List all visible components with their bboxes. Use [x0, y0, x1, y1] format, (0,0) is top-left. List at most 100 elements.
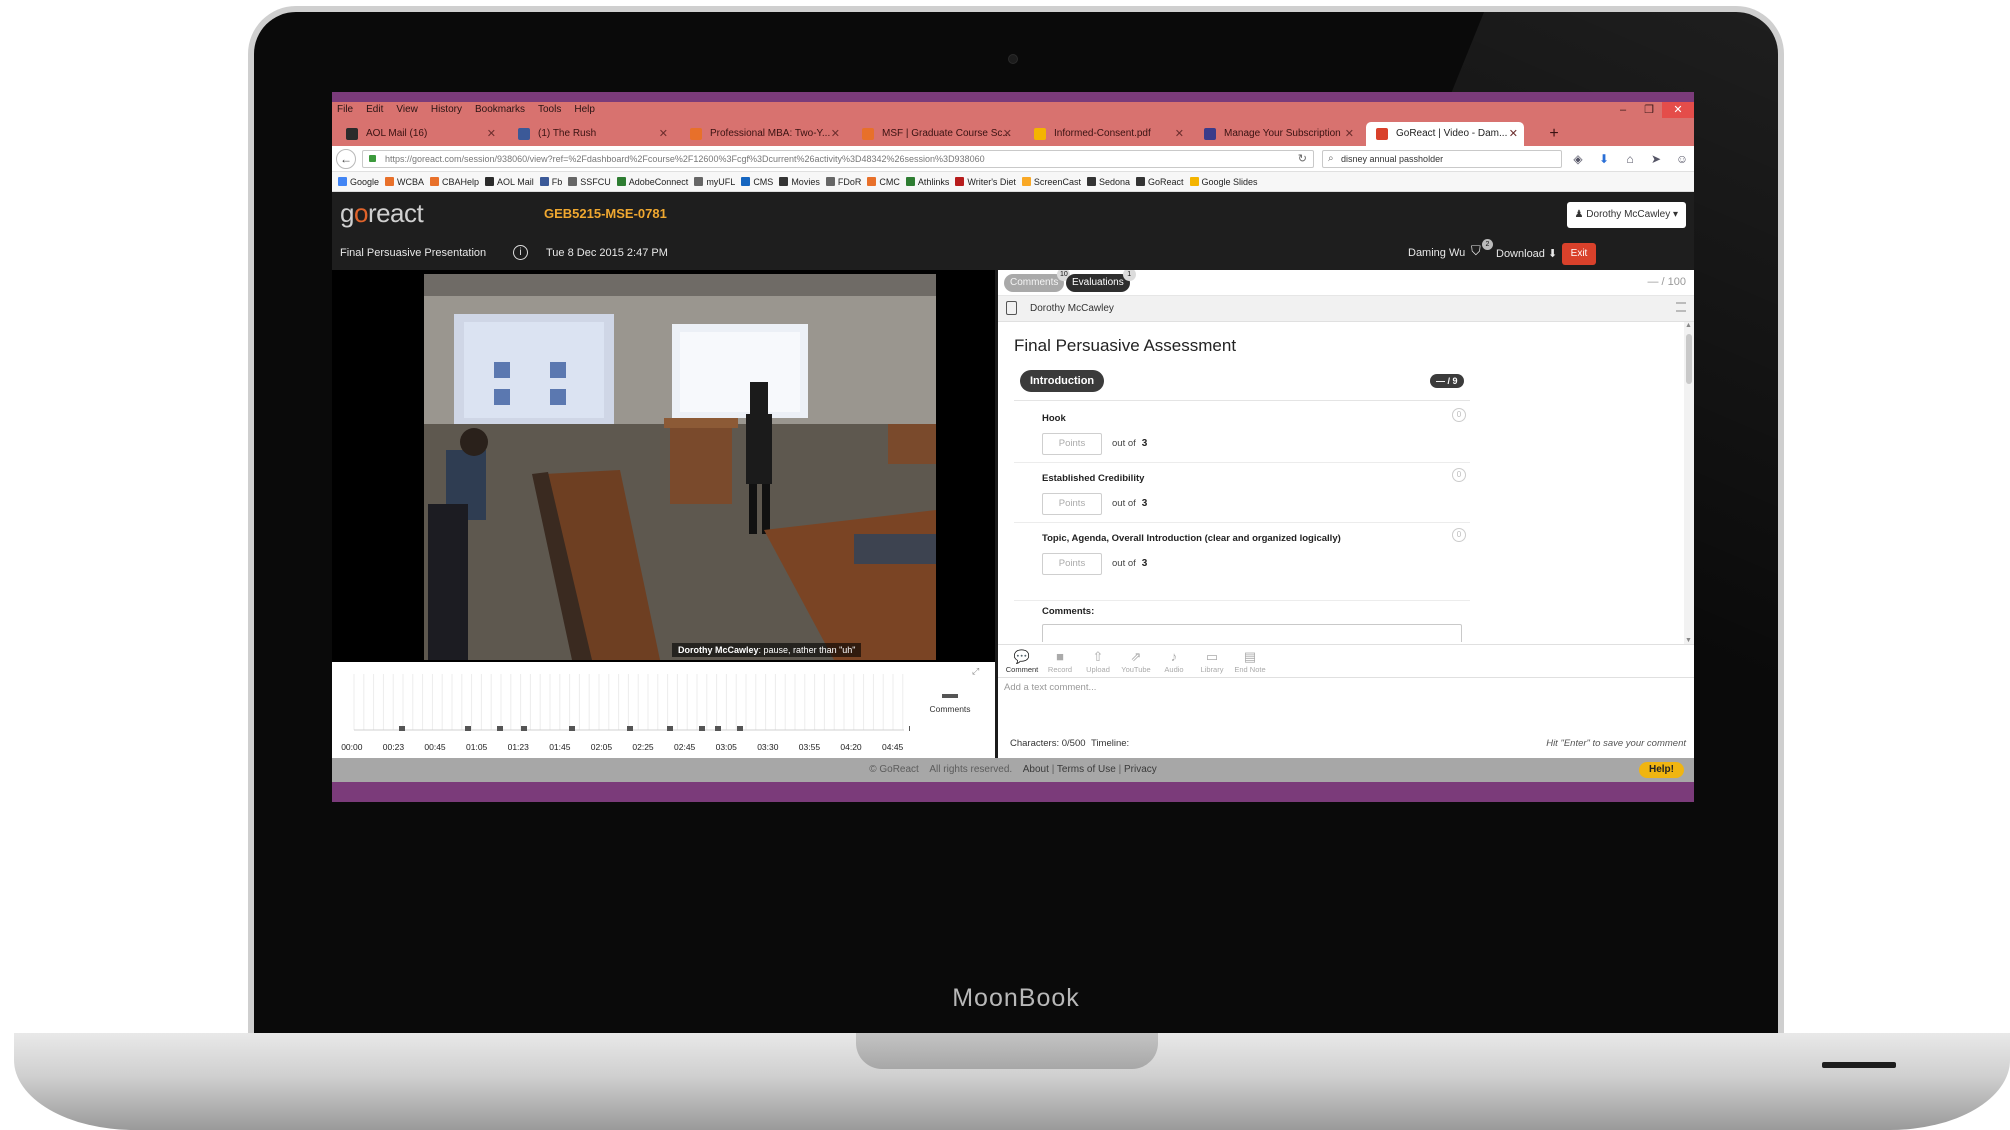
exit-button[interactable]: Exit: [1562, 243, 1596, 265]
tool-end-note-button[interactable]: ▤ End Note: [1228, 649, 1272, 674]
tab-close-icon[interactable]: ✕: [831, 122, 840, 146]
scroll-up-icon[interactable]: ▲: [1685, 322, 1692, 329]
menu-tools[interactable]: Tools: [538, 102, 561, 118]
tab-label: MSF | Graduate Course Sc...: [882, 128, 1011, 139]
reload-icon[interactable]: ↻: [1298, 151, 1307, 167]
close-window-button[interactable]: ✕: [1662, 102, 1694, 118]
pocket-icon[interactable]: ◈: [1570, 150, 1586, 168]
bookmark-item[interactable]: CBAHelp: [430, 172, 479, 191]
tab-favicon-icon: [1376, 128, 1388, 140]
rubric-scroll-area[interactable]: Final Persuasive Assessment Introduction…: [998, 322, 1684, 642]
about-link[interactable]: About: [1023, 764, 1049, 775]
tab-close-icon[interactable]: ✕: [1175, 122, 1184, 146]
criterion-name: Established Credibility: [1042, 473, 1145, 484]
browser-tab[interactable]: Manage Your Subscription ✕: [1194, 122, 1360, 146]
section-introduction[interactable]: Introduction: [1020, 370, 1105, 392]
tab-favicon-icon: [346, 128, 358, 140]
menu-edit[interactable]: Edit: [366, 102, 383, 118]
timeline-track[interactable]: [350, 672, 910, 734]
bookmark-item[interactable]: Sedona: [1086, 172, 1130, 191]
bookmark-item[interactable]: Google: [338, 172, 379, 191]
tab-evaluations[interactable]: Evaluations 1: [1066, 270, 1136, 292]
browser-tab[interactable]: Professional MBA: Two-Y... ✕: [680, 122, 846, 146]
new-tab-button[interactable]: +: [1544, 122, 1564, 146]
send-icon[interactable]: ➤: [1648, 150, 1664, 168]
webcam-icon: [1008, 54, 1018, 64]
criterion-info-icon[interactable]: 0: [1452, 528, 1466, 542]
bookmark-item[interactable]: AOL Mail: [485, 172, 534, 191]
scroll-thumb[interactable]: [1686, 334, 1692, 384]
tab-close-icon[interactable]: ✕: [659, 122, 668, 146]
comment-timeline[interactable]: 00:00 00:23 00:45 01:05 01:23 01:45 02:05 02:25…: [332, 662, 995, 758]
toolbar-icons: ◈ ⬇ ⌂ ➤ ☺ ≡: [1570, 150, 1694, 168]
video-player[interactable]: Dorothy McCawley: pause, rather than "uh…: [332, 270, 995, 662]
bookmark-item[interactable]: ScreenCast: [1021, 172, 1081, 191]
points-input[interactable]: Points: [1042, 493, 1102, 515]
criterion-info-icon[interactable]: 0: [1452, 468, 1466, 482]
video-frame[interactable]: Dorothy McCawley: pause, rather than "uh…: [424, 274, 936, 660]
menu-bookmarks[interactable]: Bookmarks: [475, 102, 525, 118]
bookmark-item[interactable]: Athlinks: [905, 172, 949, 191]
timeline-time-label: 01:23: [507, 742, 529, 752]
bookmark-item[interactable]: myUFL: [694, 172, 735, 191]
menu-history[interactable]: History: [431, 102, 462, 118]
bookmark-icon: [1086, 177, 1096, 186]
tab-close-icon[interactable]: ✕: [487, 122, 496, 146]
bookmark-item[interactable]: Fb: [539, 172, 562, 191]
goreact-logo[interactable]: goreact: [340, 198, 424, 229]
menu-help[interactable]: Help: [574, 102, 595, 118]
comment-marker: [699, 726, 705, 731]
tab-close-icon[interactable]: ✕: [1003, 122, 1012, 146]
account-icon[interactable]: ☺: [1674, 150, 1690, 168]
course-code[interactable]: GEB5215-MSE-0781: [544, 206, 667, 221]
points-input[interactable]: Points: [1042, 433, 1102, 455]
tab-close-icon[interactable]: ✕: [1345, 122, 1354, 146]
bookmark-item[interactable]: Movies: [779, 172, 820, 191]
privacy-link[interactable]: Privacy: [1124, 764, 1157, 775]
bookmark-item[interactable]: AdobeConnect: [616, 172, 688, 191]
search-input[interactable]: ⌕ disney annual passholder: [1322, 150, 1562, 168]
bookmark-item[interactable]: GoReact: [1135, 172, 1184, 191]
comment-input[interactable]: Add a text comment...: [1004, 682, 1604, 700]
bookmark-item[interactable]: CMC: [867, 172, 900, 191]
browser-tab[interactable]: Informed-Consent.pdf ✕: [1024, 122, 1190, 146]
info-icon[interactable]: i: [513, 245, 528, 260]
bookmark-icon: [867, 177, 877, 186]
home-icon[interactable]: ⌂: [1622, 150, 1638, 168]
bookmark-item[interactable]: Writer's Diet: [955, 172, 1016, 191]
bookmark-item[interactable]: FDoR: [825, 172, 861, 191]
tab-comments[interactable]: Comments 10: [1004, 270, 1071, 292]
timeline-time-label: 03:30: [757, 742, 779, 752]
bookmark-item[interactable]: WCBA: [385, 172, 424, 191]
download-arrow-icon[interactable]: ⬇: [1596, 150, 1612, 168]
url-bar[interactable]: https://goreact.com/session/938060/view?…: [362, 150, 1314, 168]
browser-tab[interactable]: AOL Mail (16) ✕: [336, 122, 502, 146]
menu-view[interactable]: View: [396, 102, 418, 118]
back-button[interactable]: ←: [336, 149, 356, 169]
restore-button[interactable]: ❐: [1636, 102, 1662, 118]
bookmark-item[interactable]: CMS: [741, 172, 773, 191]
help-button[interactable]: Help!: [1639, 762, 1684, 778]
comments-textarea[interactable]: [1042, 624, 1462, 642]
download-button[interactable]: Download ⬇: [1496, 247, 1557, 260]
bookmark-item[interactable]: SSFCU: [568, 172, 611, 191]
scroll-down-icon[interactable]: ▼: [1685, 637, 1692, 644]
user-menu-button[interactable]: ♟ Dorothy McCawley ▾: [1566, 202, 1686, 228]
browser-tab[interactable]: MSF | Graduate Course Sc... ✕: [852, 122, 1018, 146]
bookmark-item[interactable]: Google Slides: [1189, 172, 1258, 191]
tab-close-icon[interactable]: ✕: [1509, 122, 1518, 146]
terms-link[interactable]: Terms of Use: [1057, 764, 1116, 775]
criterion-info-icon[interactable]: 0: [1452, 408, 1466, 422]
browser-tab[interactable]: GoReact | Video - Dam... ✕: [1366, 122, 1524, 146]
browser-tab[interactable]: (1) The Rush ✕: [508, 122, 674, 146]
menu-icon[interactable]: [1676, 302, 1686, 312]
scrollbar[interactable]: ▲ ▼: [1684, 322, 1694, 644]
expand-icon[interactable]: ⤢: [972, 666, 979, 677]
tag-icon[interactable]: ⛉: [1471, 243, 1481, 259]
minimize-button[interactable]: –: [1610, 102, 1636, 118]
points-input[interactable]: Points: [1042, 553, 1102, 575]
comment-marker: [627, 726, 633, 731]
presenter-name[interactable]: Daming Wu: [1408, 247, 1465, 259]
menu-file[interactable]: File: [337, 102, 353, 118]
comment-footer: Characters: 0/500 Timeline: Hit "Enter" …: [998, 732, 1694, 756]
